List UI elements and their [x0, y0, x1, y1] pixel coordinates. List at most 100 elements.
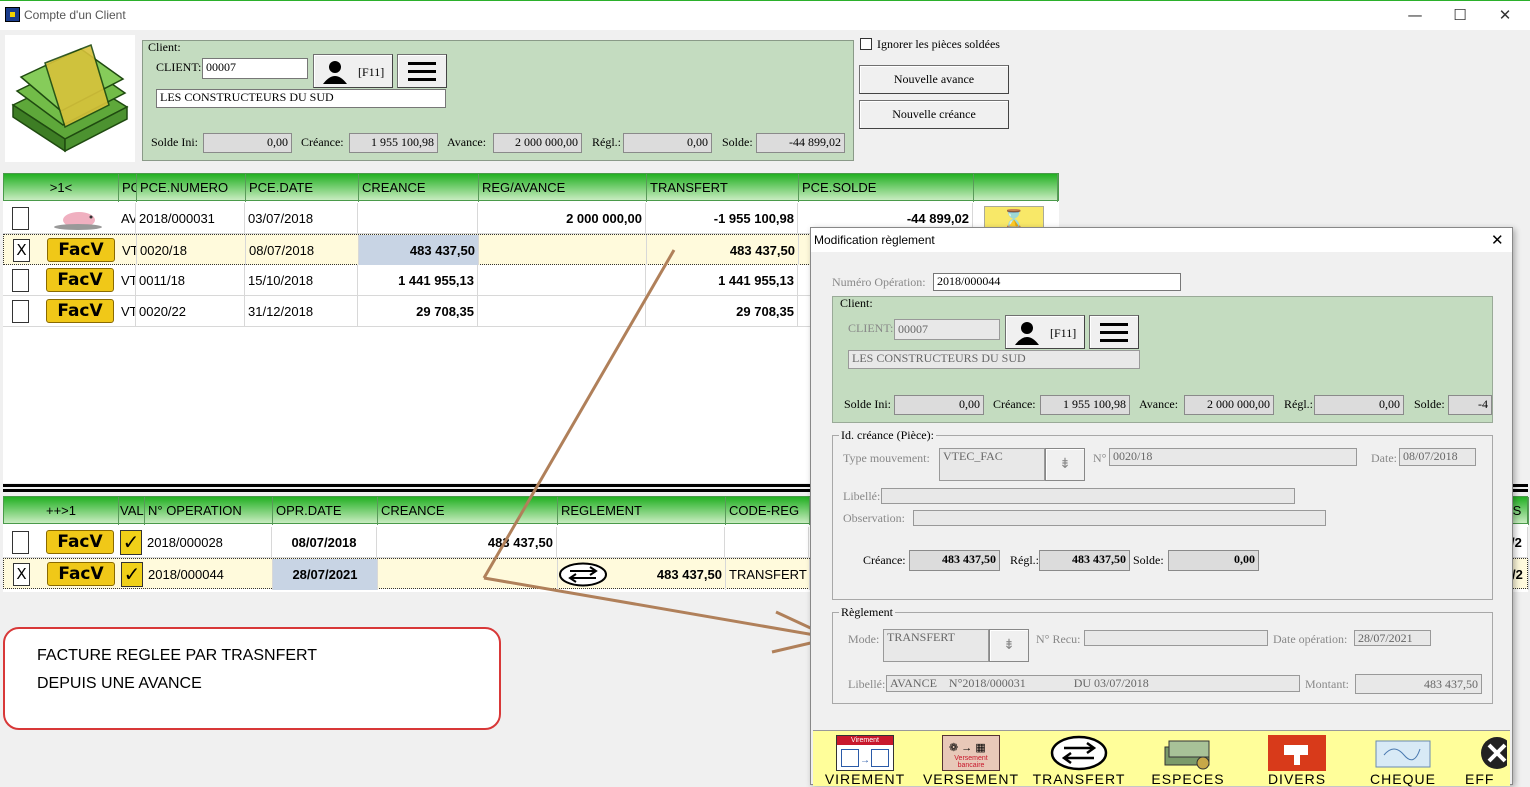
- facv-badge[interactable]: FacV: [47, 562, 115, 586]
- maximize-button[interactable]: ☐: [1437, 1, 1483, 31]
- avance-label: Avance:: [447, 135, 487, 149]
- especes-button[interactable]: ESPECES: [1141, 735, 1235, 787]
- row-creance: 483 437,50: [359, 235, 479, 266]
- app-icon: [5, 7, 20, 22]
- payment-mode-toolbar: Virement Bancaire → VIREMENT ❁ → ▦ Verse…: [813, 730, 1510, 787]
- col-header-opr-date[interactable]: OPR.DATE: [273, 497, 378, 525]
- ignore-settled-label: Ignorer les pièces soldées: [877, 37, 1000, 51]
- ignore-settled-checkbox[interactable]: [860, 38, 872, 50]
- f11-label: [F11]: [358, 65, 385, 79]
- piece-solde-label: Solde:: [1133, 553, 1164, 567]
- recu-label: N° Recu:: [1036, 632, 1081, 646]
- cheque-button[interactable]: CHEQUE: [1359, 735, 1447, 787]
- facv-badge[interactable]: FacV: [46, 268, 114, 292]
- dialog-regl-value: 0,00: [1314, 395, 1404, 415]
- facv-badge[interactable]: FacV: [46, 530, 114, 554]
- row-creance: 483 437,50: [377, 527, 557, 558]
- person-icon: [323, 61, 347, 84]
- row-checkbox[interactable]: [12, 531, 29, 554]
- montant-field: 483 437,50: [1355, 674, 1482, 694]
- mode-dropdown[interactable]: ⇟: [989, 629, 1029, 662]
- row-creance: [358, 203, 478, 234]
- col-header-creance[interactable]: CREANCE: [378, 497, 558, 525]
- montant-label: Montant:: [1305, 677, 1349, 691]
- divers-button[interactable]: DIVERS: [1249, 735, 1345, 787]
- col-header-transfert[interactable]: TRANSFERT: [647, 174, 799, 202]
- dialog-client-name-field: LES CONSTRUCTEURS DU SUD: [848, 350, 1140, 369]
- piggy-bank-icon: [54, 212, 102, 230]
- col-header-code-reg[interactable]: CODE-REG: [726, 497, 810, 525]
- piece-solde-value: 0,00: [1168, 550, 1259, 571]
- client-code-input[interactable]: 00007: [202, 58, 308, 79]
- new-claim-button[interactable]: Nouvelle créance: [859, 100, 1009, 129]
- date-operation-field: 28/07/2021: [1354, 630, 1431, 646]
- versement-button[interactable]: ❁ → ▦ Versement bancaire VERSEMENT: [921, 735, 1021, 787]
- row-checkbox[interactable]: [12, 300, 29, 323]
- minimize-button[interactable]: —: [1392, 1, 1438, 31]
- libelle-label: Libellé:: [843, 489, 881, 503]
- solde-ini-label: Solde Ini:: [151, 135, 198, 149]
- dialog-close-button[interactable]: ✕: [1491, 231, 1504, 249]
- dialog-client-group-label: Client:: [840, 296, 873, 310]
- date-operation-label: Date opération:: [1273, 632, 1348, 646]
- piece-frame: Id. créance (Pièce): Type mouvement: VTE…: [832, 428, 1493, 600]
- effet-button[interactable]: EFF: [1459, 735, 1509, 787]
- dialog-client-search-button[interactable]: [F11]: [1005, 315, 1085, 349]
- col-header-creance[interactable]: CREANCE: [359, 174, 479, 202]
- col-header-reglement[interactable]: REGLEMENT: [558, 497, 726, 525]
- piece-date-field: 08/07/2018: [1399, 448, 1476, 466]
- annotation-line1: FACTURE REGLEE PAR TRASNFERT: [37, 647, 318, 664]
- dropdown-arrow-icon: ⇟: [1059, 456, 1071, 472]
- row-pc: VT: [118, 265, 136, 296]
- libelle-field: [881, 488, 1295, 504]
- col-header-date[interactable]: PCE.DATE: [246, 174, 359, 202]
- row-checkbox[interactable]: X: [13, 563, 30, 586]
- dialog-avance-label: Avance:: [1139, 397, 1179, 411]
- row-transfert: 1 441 955,13: [646, 265, 798, 296]
- person-icon: [1015, 322, 1039, 345]
- dialog-menu-button[interactable]: [1089, 315, 1139, 349]
- col-header-reg[interactable]: REG/AVANCE: [479, 174, 647, 202]
- solde-value: -44 899,02: [756, 133, 845, 153]
- transfert-button[interactable]: TRANSFERT: [1027, 735, 1131, 787]
- op-number-input[interactable]: 2018/000044: [933, 273, 1181, 291]
- menu-icon: [408, 61, 436, 65]
- client-search-button[interactable]: [F11]: [313, 54, 393, 88]
- row-checkbox[interactable]: [12, 207, 29, 230]
- col-header-operation[interactable]: N° OPERATION: [145, 497, 273, 525]
- menu-button[interactable]: [397, 54, 447, 88]
- row-creance: 1 441 955,13: [358, 265, 478, 296]
- new-advance-button[interactable]: Nouvelle avance: [859, 65, 1009, 94]
- col-header-select[interactable]: ++>1: [4, 497, 119, 525]
- row-date: 31/12/2018: [245, 296, 358, 327]
- type-mvt-label: Type mouvement:: [843, 451, 930, 465]
- dialog-avance-value: 2 000 000,00: [1184, 395, 1274, 415]
- piece-no-label: N°: [1093, 451, 1107, 465]
- row-reg: [479, 235, 647, 266]
- client-group-label: Client:: [148, 40, 181, 54]
- row-checkbox[interactable]: X: [13, 239, 30, 262]
- solde-label: Solde:: [722, 135, 753, 149]
- row-reglement: [557, 527, 725, 558]
- facv-badge[interactable]: FacV: [46, 299, 114, 323]
- type-mvt-field: VTEC_FAC: [939, 448, 1045, 481]
- facv-badge[interactable]: FacV: [47, 238, 115, 262]
- piece-creance-value: 483 437,50: [909, 550, 1000, 571]
- col-header-numero[interactable]: PCE.NUMERO: [137, 174, 246, 202]
- row-checkbox[interactable]: [12, 269, 29, 292]
- bank-transfer-icon: Virement Bancaire →: [836, 735, 894, 771]
- close-button[interactable]: ✕: [1482, 1, 1528, 31]
- reglement-libelle-field: AVANCE N°2018/000031 DU 03/07/2018: [886, 675, 1300, 692]
- dialog-title: Modification règlement: [814, 233, 935, 247]
- reglement-libelle-label: Libellé:: [848, 677, 886, 691]
- col-header-solde[interactable]: PCE.SOLDE: [799, 174, 974, 202]
- col-header-select[interactable]: >1<: [4, 174, 119, 202]
- col-header-pc[interactable]: PC: [119, 174, 137, 202]
- row-reglement: 483 437,50: [608, 559, 726, 590]
- row-opr-date: 08/07/2018: [272, 527, 377, 558]
- col-header-val[interactable]: VAL: [119, 497, 145, 525]
- virement-button[interactable]: Virement Bancaire → VIREMENT: [815, 735, 915, 787]
- type-mvt-dropdown[interactable]: ⇟: [1045, 448, 1085, 481]
- annotation-line2: DEPUIS UNE AVANCE: [37, 675, 202, 692]
- misc-icon: [1268, 735, 1326, 771]
